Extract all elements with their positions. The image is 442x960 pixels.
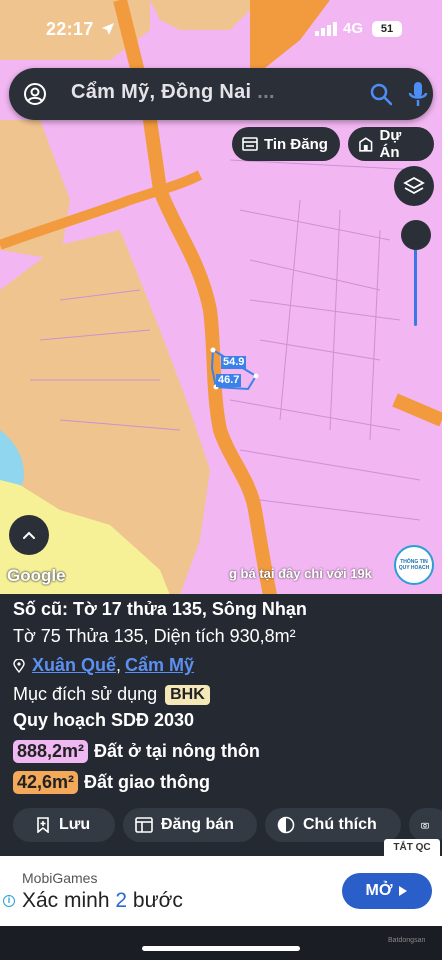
du-an-button[interactable]: Dự Án <box>348 127 434 161</box>
map-view[interactable]: 22:17 4G 51 Cẩm Mỹ, Đồng Nai ... Tin Đăn… <box>0 0 442 595</box>
ad-title-post: bước <box>127 889 183 912</box>
contrast-icon <box>277 816 295 834</box>
status-bar: 22:17 4G 51 <box>0 0 442 56</box>
opacity-slider-knob[interactable] <box>401 220 431 250</box>
save-button[interactable]: Lưu <box>13 808 115 842</box>
ad-title-number: 2 <box>115 889 128 912</box>
layers-icon <box>403 176 425 195</box>
ad-title: Xác minh 2 bước <box>22 889 183 913</box>
du-an-label: Dự Án <box>379 127 402 161</box>
new-parcel-id: Tờ 75 Thửa 135, Diện tích 930,8m² <box>13 626 296 646</box>
search-bar[interactable]: Cẩm Mỹ, Đồng Nai ... <box>9 68 433 120</box>
search-text-faded: ... <box>257 81 275 103</box>
watermark: Batdongsan <box>388 937 426 944</box>
address: Xuân Quế, Cẩm Mỹ <box>13 655 194 676</box>
camera-plus-icon <box>421 822 429 829</box>
status-time: 22:17 <box>46 19 94 39</box>
home-indicator[interactable] <box>142 946 300 951</box>
battery-icon: 51 <box>372 21 402 37</box>
ad-title-pre: Xác minh <box>22 889 116 912</box>
location-arrow-icon <box>102 23 114 35</box>
promo-marquee[interactable]: g bá tại đây chỉ với 19k <box>229 566 372 581</box>
commune-link[interactable]: Xuân Quế <box>32 655 116 676</box>
parcel-edge-label: 54.9 <box>221 356 247 369</box>
old-parcel-id: Số cũ: Tờ 17 thửa 135, Sông Nhạn <box>13 599 307 619</box>
ad-open-label: MỞ <box>365 882 393 899</box>
hide-ads-button[interactable]: TẮT QC <box>384 839 440 856</box>
network-type: 4G <box>343 20 364 37</box>
zone-label: Đất giao thông <box>84 772 211 792</box>
parcel-edge-label: 46.7 <box>216 374 242 387</box>
info-badge-line2: QUY HOẠCH <box>398 565 430 571</box>
google-logo: Google <box>7 566 66 585</box>
legend-button[interactable]: Chú thích <box>265 808 401 842</box>
camera-button[interactable] <box>409 808 442 842</box>
ad-info-icon[interactable]: i <box>3 895 15 907</box>
post-sale-label: Đăng bán <box>161 816 234 833</box>
save-label: Lưu <box>59 816 91 833</box>
tin-dang-label: Tin Đăng <box>264 135 328 153</box>
collapse-sheet-button[interactable] <box>9 515 49 555</box>
zone-row: 42,6m² Đất giao thông <box>13 771 210 794</box>
search-text-main: Cẩm Mỹ, Đồng Nai <box>71 81 252 103</box>
zone-area-badge: 888,2m² <box>13 740 89 763</box>
home-indicator-area: Batdongsan <box>0 926 442 960</box>
search-icon[interactable] <box>369 82 393 106</box>
search-input[interactable]: Cẩm Mỹ, Đồng Nai ... <box>71 81 275 104</box>
signal-icon <box>315 22 337 36</box>
mic-icon[interactable] <box>407 80 429 108</box>
listing-icon <box>242 137 258 151</box>
land-purpose: Mục đích sử dụng BHK <box>13 684 210 705</box>
chevron-up-icon <box>23 531 35 539</box>
planning-info-badge[interactable]: THÔNG TIN QUY HOẠCH <box>394 545 434 585</box>
legend-label: Chú thích <box>303 816 377 833</box>
post-sale-button[interactable]: Đăng bán <box>123 808 257 842</box>
ad-banner[interactable]: i MobiGames Xác minh 2 bước MỞ <box>0 856 442 926</box>
purpose-label: Mục đích sử dụng <box>13 684 158 704</box>
ad-brand: MobiGames <box>22 870 98 886</box>
listing-icon <box>135 817 153 833</box>
purpose-code-badge: BHK <box>165 684 210 705</box>
district-link[interactable]: Cẩm Mỹ <box>125 655 194 676</box>
ad-open-button[interactable]: MỞ <box>342 873 432 909</box>
zone-label: Đất ở tại nông thôn <box>94 741 260 761</box>
user-icon[interactable] <box>23 82 47 106</box>
building-icon <box>359 137 373 152</box>
zone-row: 888,2m² Đất ở tại nông thôn <box>13 740 260 763</box>
bookmark-add-icon <box>37 817 49 833</box>
zone-area-badge: 42,6m² <box>13 771 79 794</box>
plan-title: Quy hoạch SDĐ 2030 <box>13 710 195 730</box>
layers-button[interactable] <box>394 166 434 206</box>
parcel-info-sheet: Số cũ: Tờ 17 thửa 135, Sông Nhạn Tờ 75 T… <box>0 594 442 856</box>
tin-dang-button[interactable]: Tin Đăng <box>232 127 340 161</box>
location-pin-icon <box>13 658 25 673</box>
play-icon <box>399 886 408 896</box>
